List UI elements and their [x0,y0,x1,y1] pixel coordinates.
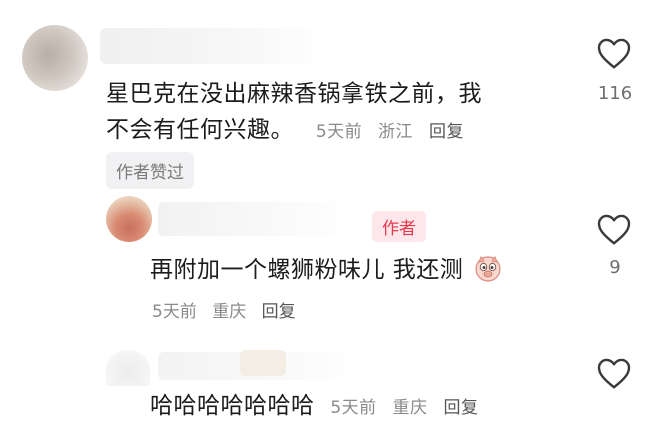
comment-time: 5天前 [152,302,197,322]
author-tag: 作者 [372,211,426,242]
comment-location: 重庆 [392,398,428,418]
blurred-element [240,350,286,376]
comment-meta: 5天前 重庆 回复 [152,297,306,322]
comment-meta: 5天前 重庆 回复 [330,398,488,418]
avatar[interactable] [106,350,150,386]
heart-outline-icon [597,38,631,69]
pig-face-emoji-icon [475,255,501,282]
comment-location: 重庆 [212,302,247,322]
avatar[interactable] [22,25,88,91]
reply-button[interactable]: 回复 [262,302,296,322]
comment-text-content: 哈哈哈哈哈哈哈 [150,393,315,419]
like-button[interactable] [596,36,632,74]
comment-location: 浙江 [378,122,414,142]
comment-text: 哈哈哈哈哈哈哈 5天前 重庆 回复 [150,388,488,426]
comment-text: 再附加一个螺狮粉味儿 我还测 [150,252,503,288]
like-count: 116 [597,83,633,104]
username-blurred[interactable] [158,202,358,236]
like-count: 9 [609,257,621,278]
heart-outline-icon [597,358,631,389]
username-blurred[interactable] [100,28,330,64]
heart-outline-icon [597,214,631,245]
comment-time: 5天前 [330,398,377,418]
comment-text-line2: 不会有任何兴趣。 [106,117,294,143]
comment-text-content: 再附加一个螺狮粉味儿 我还测 [150,257,464,283]
like-button[interactable] [596,212,632,250]
avatar[interactable] [106,196,152,242]
reply-button[interactable]: 回复 [429,122,464,142]
comment-meta: 5天前 浙江 回复 [316,122,474,142]
reply-button[interactable]: 回复 [443,398,478,418]
comment-text-line2-row: 不会有任何兴趣。 5天前 浙江 回复 [106,112,576,150]
comment-time: 5天前 [315,122,363,142]
author-liked-badge: 作者赞过 [106,152,194,189]
comment-text: 星巴克在没出麻辣香锅拿铁之前，我 不会有任何兴趣。 5天前 浙江 回复 [106,76,576,150]
like-button[interactable] [596,356,632,394]
comment-text-line1: 星巴克在没出麻辣香锅拿铁之前，我 [106,81,482,107]
